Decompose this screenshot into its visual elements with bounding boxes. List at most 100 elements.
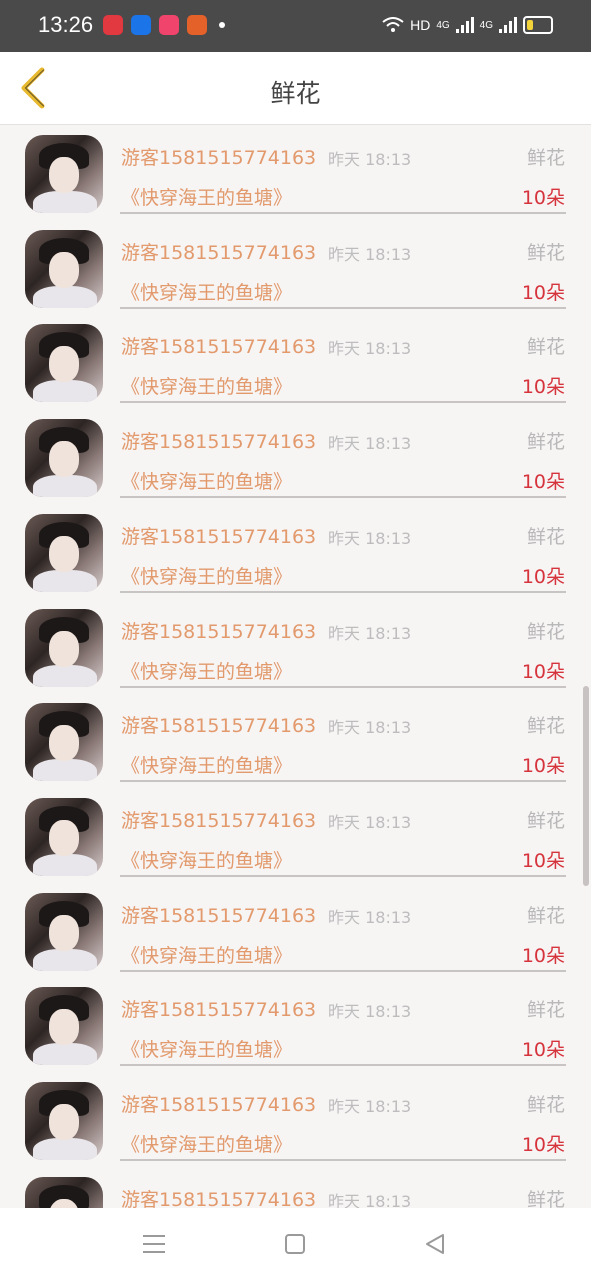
gift-amount: 10朵 <box>521 471 565 494</box>
signal-label: 4G <box>436 19 450 31</box>
gift-type: 鲜花 <box>526 1188 565 1208</box>
gift-amount: 10朵 <box>521 755 565 778</box>
timestamp: 昨天 18:13 <box>328 718 412 738</box>
page-title: 鲜花 <box>270 79 321 108</box>
list-item[interactable]: 游客1581515774163 昨天 18:13 鲜花 《快穿海王的鱼塘》 10朵 <box>0 125 591 220</box>
gift-type: 鲜花 <box>526 336 565 359</box>
menu-icon[interactable] <box>143 1235 165 1253</box>
divider <box>120 496 566 499</box>
list-item[interactable]: 游客1581515774163 昨天 18:13 鲜花《快穿海王的鱼塘》 10朵 <box>0 314 591 409</box>
timestamp: 昨天 18:13 <box>328 623 412 643</box>
timestamp: 昨天 18:13 <box>328 812 412 832</box>
gift-type: 鲜花 <box>526 999 565 1022</box>
gift-amount: 10朵 <box>521 187 565 209</box>
user-name: 游客1581515774163 <box>121 620 317 643</box>
back-triangle-icon[interactable] <box>423 1232 447 1256</box>
user-name: 游客1581515774163 <box>121 904 317 927</box>
user-name: 游客1581515774163 <box>121 147 317 169</box>
user-name: 游客1581515774163 <box>121 431 317 454</box>
avatar <box>25 419 103 498</box>
timestamp: 昨天 18:13 <box>328 1002 412 1022</box>
gift-amount: 10朵 <box>521 944 565 967</box>
list-item[interactable]: 游客1581515774163 昨天 18:13 鲜花 《快穿海王的鱼塘》 10朵 <box>0 693 591 788</box>
book-title: 《快穿海王的鱼塘》 <box>121 1134 293 1156</box>
timestamp: 昨天 18:13 <box>328 907 412 927</box>
divider <box>120 590 566 593</box>
list-item[interactable]: 游客1581515774163 昨天 18:13 鲜花 《快穿海王的鱼塘》 10朵 <box>0 788 591 883</box>
avatar <box>25 892 103 971</box>
divider <box>120 969 566 972</box>
avatar <box>25 797 103 876</box>
more-notifications-dot <box>219 22 225 28</box>
book-title: 《快穿海王的鱼塘》 <box>121 1039 293 1062</box>
user-name: 游客1581515774163 <box>121 809 317 832</box>
navigation-bar <box>0 1208 591 1280</box>
gift-amount: 10朵 <box>521 849 565 872</box>
header: 鲜花 <box>0 52 591 125</box>
gift-list[interactable]: 游客1581515774163 昨天 18:13 鲜花 《快穿海王的鱼塘》 10朵 游客1… <box>0 125 591 1208</box>
gift-type: 鲜花 <box>526 809 565 832</box>
scrollbar[interactable] <box>583 686 589 886</box>
book-title: 《快穿海王的鱼塘》 <box>121 660 293 683</box>
user-name: 游客1581515774163 <box>121 336 317 359</box>
timestamp: 昨天 18:13 <box>328 1097 412 1116</box>
signal-icon <box>455 17 474 33</box>
book-title: 《快穿海王的鱼塘》 <box>121 376 293 399</box>
gift-type: 鲜花 <box>526 241 565 264</box>
gift-type: 鲜花 <box>526 715 565 738</box>
app-notification-icon <box>131 15 151 35</box>
signal-label: 4G <box>479 19 493 31</box>
avatar <box>25 1082 103 1160</box>
divider <box>120 685 566 688</box>
avatar <box>25 324 103 403</box>
timestamp: 昨天 18:13 <box>328 339 412 359</box>
list-item[interactable]: 游客1581515774163 昨天 18:13 鲜花 《快穿海王的鱼塘》 10朵 <box>0 977 591 1072</box>
book-title: 《快穿海王的鱼塘》 <box>121 281 293 304</box>
gift-type: 鲜花 <box>526 431 565 454</box>
avatar <box>25 703 103 782</box>
notification-icons <box>103 15 225 35</box>
app-notification-icon <box>187 15 207 35</box>
app-notification-icon <box>159 15 179 35</box>
gift-type: 鲜花 <box>526 904 565 927</box>
system-status: HD 4G 4G <box>382 16 553 34</box>
list-item[interactable]: 游客1581515774163 昨天 18:13 鲜花《快穿海王的鱼塘》 10朵 <box>0 504 591 599</box>
wifi-icon <box>382 17 404 32</box>
gift-amount: 10朵 <box>521 376 565 399</box>
divider <box>120 780 566 783</box>
list-item[interactable]: 游客1581515774163 昨天 18:13 鲜花《快穿海王的鱼塘》 10朵 <box>0 883 591 978</box>
battery-icon <box>523 16 553 34</box>
divider <box>120 874 566 877</box>
divider <box>120 1159 566 1161</box>
home-icon[interactable] <box>285 1234 305 1254</box>
user-name: 游客1581515774163 <box>121 525 317 548</box>
app-notification-icon <box>103 15 123 35</box>
divider <box>120 306 566 309</box>
book-title: 《快穿海王的鱼塘》 <box>121 565 293 588</box>
avatar <box>25 513 103 592</box>
gift-amount: 10朵 <box>521 1134 565 1156</box>
list-item[interactable]: 游客1581515774163 昨天 18:13 鲜花 《快穿海王的鱼塘》 10朵 <box>0 599 591 694</box>
divider <box>120 401 566 404</box>
timestamp: 昨天 18:13 <box>328 434 412 454</box>
gift-amount: 10朵 <box>521 565 565 588</box>
list-item[interactable]: 游客1581515774163 昨天 18:13 鲜花 《快穿海王的鱼塘》 10朵 <box>0 1072 591 1167</box>
gift-type: 鲜花 <box>526 1094 565 1116</box>
avatar <box>25 1176 103 1208</box>
book-title: 《快穿海王的鱼塘》 <box>121 471 293 494</box>
list-item[interactable]: 游客1581515774163 昨天 18:13 鲜花《快穿海王的鱼塘》 10朵 <box>0 409 591 504</box>
list-item[interactable]: 游客1581515774163 昨天 18:13 鲜花 《快穿海王的鱼塘》 10朵 <box>0 220 591 315</box>
list-item[interactable]: 游客1581515774163 昨天 18:13 鲜花 <box>0 1167 591 1208</box>
battery-level <box>527 20 534 30</box>
timestamp: 昨天 18:13 <box>328 244 412 264</box>
book-title: 《快穿海王的鱼塘》 <box>121 755 293 778</box>
status-bar: 13:26 HD 4G 4G <box>0 0 591 52</box>
gift-type: 鲜花 <box>526 525 565 548</box>
network-label: HD <box>410 17 431 33</box>
book-title: 《快穿海王的鱼塘》 <box>121 944 293 967</box>
timestamp: 昨天 18:13 <box>328 150 412 169</box>
divider <box>120 1064 566 1067</box>
timestamp: 昨天 18:13 <box>328 1191 412 1208</box>
gift-amount: 10朵 <box>521 660 565 683</box>
timestamp: 昨天 18:13 <box>328 528 412 548</box>
